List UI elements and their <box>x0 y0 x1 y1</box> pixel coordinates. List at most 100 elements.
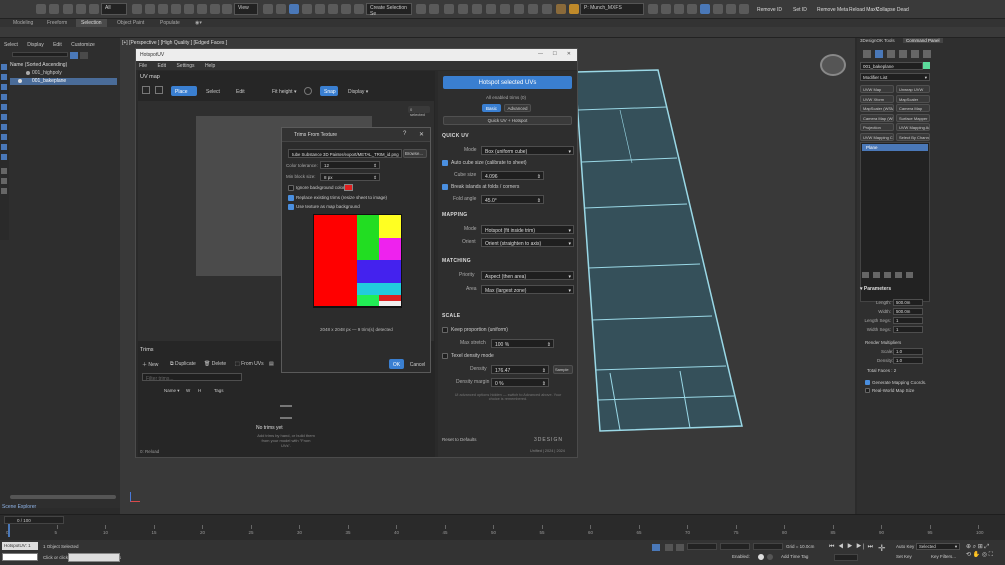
pin-stack-icon[interactable] <box>862 272 869 278</box>
max-stretch-input[interactable]: 100 % ⇕ <box>491 339 554 348</box>
render-production-icon[interactable] <box>556 4 566 14</box>
param-input[interactable]: 500.0m <box>893 299 923 306</box>
ignore-bg-checkbox[interactable] <box>288 185 294 191</box>
object-color-swatch[interactable] <box>923 62 930 69</box>
ref-coord-dropdown[interactable]: View <box>234 3 258 15</box>
duplicate-trim-button[interactable]: ⧉ Duplicate <box>170 361 196 367</box>
column-w[interactable]: W <box>186 388 190 393</box>
fit-view-icon[interactable] <box>142 86 150 94</box>
density-input[interactable]: 176.47 ⇕ <box>491 365 549 374</box>
edit-named-sel-icon[interactable] <box>354 4 364 14</box>
utilities-tab-icon[interactable] <box>923 50 931 58</box>
modifier-button[interactable]: UVW Xform <box>860 94 894 103</box>
modifier-button[interactable]: MapScaler <box>896 94 930 103</box>
select-tool-button[interactable]: Select <box>202 86 228 96</box>
display-groups-icon[interactable] <box>1 134 7 140</box>
dialog-titlebar[interactable]: Trims From Texture ? ✕ <box>282 128 430 142</box>
selection-lock-icon[interactable] <box>665 544 673 551</box>
texel-density-checkbox[interactable] <box>442 353 448 359</box>
tab-3designok-tools[interactable]: 3DesignOK Tools <box>860 38 895 43</box>
modifier-button[interactable]: Surface Mapper <box>896 113 930 122</box>
new-trim-button[interactable]: ＋ New <box>142 361 158 368</box>
hierarchy-icon[interactable] <box>80 52 88 59</box>
fold-angle-input[interactable]: 45.0° ⇕ <box>481 195 544 204</box>
tab-selection[interactable]: Selection <box>76 19 107 27</box>
place-tool-button[interactable]: Place <box>171 86 197 96</box>
material-editor-icon[interactable] <box>500 4 510 14</box>
min-block-input[interactable]: 8 px ⇕ <box>320 173 380 181</box>
current-frame-input[interactable] <box>834 554 858 561</box>
link-icon[interactable] <box>63 4 73 14</box>
manipulate-icon[interactable] <box>276 4 286 14</box>
rect-select-icon[interactable] <box>158 4 168 14</box>
key-mode-icon[interactable]: ✛ <box>878 543 890 555</box>
spinner-snap-icon[interactable] <box>341 4 351 14</box>
priority-select[interactable]: Aspect (then area) ▾ <box>481 271 574 280</box>
close-icon[interactable]: ✕ <box>567 51 571 57</box>
rendered-frame-icon[interactable] <box>528 4 538 14</box>
parameters-rollout[interactable]: ▾ Parameters <box>860 286 891 292</box>
display-shapes-icon[interactable] <box>1 84 7 90</box>
column-name[interactable]: Name ▾ <box>164 388 180 394</box>
key-set-dropdown[interactable]: Selected ▾ <box>916 543 960 550</box>
modifier-button[interactable]: Unwrap UVW <box>896 85 930 93</box>
window-titlebar[interactable]: HotspotUV — ☐ ✕ <box>136 49 577 61</box>
maxscript-mini-listener[interactable] <box>2 553 38 561</box>
tab-object-paint[interactable]: Object Paint <box>112 19 149 27</box>
replace-existing-checkbox[interactable] <box>288 195 294 201</box>
script-icon[interactable] <box>700 4 710 14</box>
tab-populate[interactable]: Populate <box>155 19 185 27</box>
visibility-icon[interactable] <box>26 71 30 75</box>
modify-tab-icon[interactable] <box>875 50 883 58</box>
collapse-dead-button[interactable]: Collapse Dead <box>876 7 909 13</box>
display-none-icon[interactable] <box>1 178 7 184</box>
quick-uv-hotspot-button[interactable]: Quick UV + Hotspot <box>443 116 572 125</box>
display-helpers-icon[interactable] <box>1 114 7 120</box>
delete-trim-button[interactable]: 🗑 Delete <box>204 361 226 367</box>
display-spacewarps-icon[interactable] <box>1 124 7 130</box>
add-time-tag-button[interactable]: Add Time Tag <box>781 554 808 559</box>
render-active-icon[interactable] <box>569 4 579 14</box>
remove-meta-button[interactable]: Remove Meta <box>817 7 848 13</box>
menu-file[interactable]: File <box>139 63 147 69</box>
set-id-button[interactable]: Set ID <box>793 7 807 13</box>
display-objects-icon[interactable] <box>1 64 7 70</box>
bg-color-swatch[interactable] <box>344 184 353 191</box>
reload-maxv-button[interactable]: Reload MaxV <box>849 7 879 13</box>
browse-button[interactable]: Browse... <box>403 149 427 158</box>
remove-modifier-icon[interactable] <box>895 272 902 278</box>
column-tags[interactable]: Tags <box>214 388 224 393</box>
keyboard-shortcut-icon[interactable] <box>289 4 299 14</box>
modifier-list-dropdown[interactable]: Modifier List ▾ <box>860 73 930 81</box>
tab-basic[interactable]: Basic <box>482 104 501 112</box>
orient-select[interactable]: Orient (straighten to axis) ▾ <box>481 238 574 247</box>
modifier-button[interactable]: Camera Map <box>896 104 930 112</box>
menu-edit[interactable]: Edit <box>53 42 62 48</box>
snap-toggle[interactable]: Snap <box>320 86 338 96</box>
absolute-mode-icon[interactable] <box>676 544 684 551</box>
tab-freeform[interactable]: Freeform <box>42 19 72 27</box>
menu-display[interactable]: Display <box>27 42 43 48</box>
maximize-icon[interactable]: ☐ <box>553 51 557 57</box>
set-key-button[interactable]: Set Key <box>896 554 912 559</box>
adaptive-degradation-icon[interactable] <box>758 554 764 560</box>
texture-path-input[interactable]: tube Substance 3D Painter/export/METAL_T… <box>288 149 402 158</box>
hotspot-selected-button[interactable]: Hotspot selected UVs <box>443 76 572 89</box>
maxscript-listener-label[interactable]: HotspotUV: 1 <box>2 542 38 550</box>
workspace-dropdown[interactable]: P: Munch_MXFS <box>580 3 644 15</box>
menu-edit[interactable]: Edit <box>157 63 166 69</box>
display-all-icon[interactable] <box>1 168 7 174</box>
viewport-nav-controls[interactable]: ⊕ ⌕ ⊞ ⤢ ⟲ ✋ ◎ ⛶ <box>966 543 1002 563</box>
object-name-input[interactable]: 001_bakeplane <box>860 62 923 70</box>
use-texture-checkbox[interactable] <box>288 204 294 210</box>
sample-density-button[interactable]: Sample <box>553 365 573 374</box>
render-scale-input[interactable]: 1.0 <box>893 348 923 355</box>
render-icon[interactable] <box>542 4 552 14</box>
selection-filter-dropdown[interactable]: All <box>101 3 127 15</box>
density-margin-input[interactable]: 0 % ⇕ <box>491 378 549 387</box>
import-icon[interactable] <box>687 4 697 14</box>
y-coordinate-input[interactable] <box>720 543 750 550</box>
invert-display-icon[interactable] <box>1 188 7 194</box>
display-geometry-icon[interactable] <box>1 74 7 80</box>
modifier-button[interactable]: UVW Mapping Add <box>896 123 930 131</box>
